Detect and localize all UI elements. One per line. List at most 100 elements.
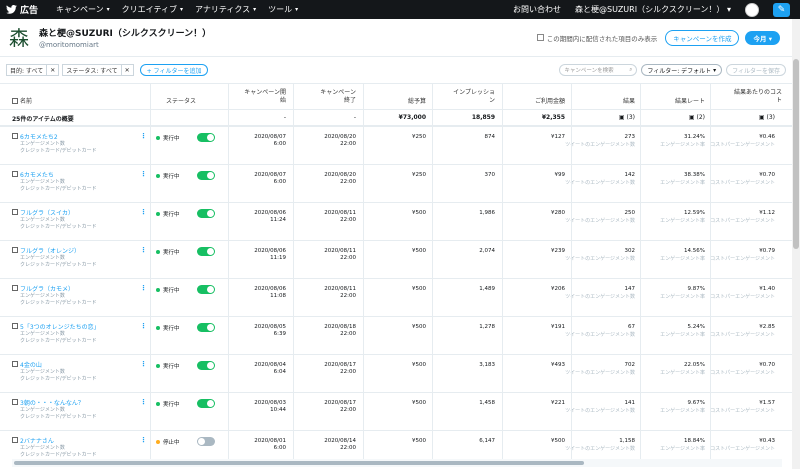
end-date: 2020/08/17 22:00 <box>324 362 356 376</box>
more-options-icon[interactable]: ⋮ <box>140 284 147 292</box>
avatar[interactable] <box>745 2 759 17</box>
col-divider <box>640 83 641 459</box>
status-dot-icon <box>156 250 160 254</box>
cpr-number: ¥1.12 <box>759 210 775 216</box>
checkbox-box <box>536 34 544 41</box>
filter-chip-status[interactable]: ステータス: すべて ✕ <box>62 64 134 76</box>
col-name[interactable]: 名前 <box>20 98 32 106</box>
vertical-scrollbar[interactable] <box>792 19 800 469</box>
more-options-icon[interactable]: ⋮ <box>140 132 147 140</box>
campaign-toggle[interactable] <box>197 323 215 332</box>
campaign-toggle[interactable] <box>197 437 215 446</box>
table-row[interactable]: 5「3つのオレンジたちの恋」 エンゲージメント数 クレジットカード/デビットカード ⋮… <box>0 317 792 355</box>
compose-button[interactable]: ✎ <box>773 2 790 17</box>
date-range-button[interactable]: 今月 ▾ <box>745 30 780 45</box>
scrollbar-thumb[interactable] <box>793 59 799 249</box>
results-value: 250 ツイートのエンゲージメント数 <box>565 210 635 224</box>
end-date-day: 2020/08/17 <box>324 362 356 368</box>
table-row[interactable]: 4金の山 エンゲージメント数 クレジットカード/デビットカード ⋮ 実行中 2020/08… <box>0 355 792 393</box>
menu-campaigns[interactable]: キャンペーン ▾ <box>56 4 110 15</box>
toggle-knob <box>207 134 214 141</box>
campaign-toggle[interactable] <box>197 399 215 408</box>
more-options-icon[interactable]: ⋮ <box>140 208 147 216</box>
menu-analytics[interactable]: アナリティクス ▾ <box>195 4 256 15</box>
add-filter-button[interactable]: + フィルターを追加 <box>139 64 209 76</box>
col-divider <box>571 83 572 459</box>
col-status[interactable]: ステータス <box>166 98 196 106</box>
menu-label: キャンペーン <box>56 5 104 14</box>
scrollbar-thumb[interactable] <box>14 461 584 465</box>
start-date: 2020/08/05 6:39 <box>254 324 286 338</box>
summary-end: - <box>353 114 356 121</box>
more-options-icon[interactable]: ⋮ <box>140 170 147 178</box>
rate-number: 38.38% <box>684 172 705 178</box>
summary-spend: ¥2,355 <box>541 114 565 121</box>
start-date: 2020/08/06 11:24 <box>254 210 286 224</box>
toggle-knob <box>207 248 214 255</box>
col-budget[interactable]: 総予算 <box>408 98 426 106</box>
campaign-toggle[interactable] <box>197 247 215 256</box>
filter-chip-objective[interactable]: 目的: すべて ✕ <box>6 64 60 76</box>
create-campaign-button[interactable]: キャンペーンを作成 <box>665 29 740 46</box>
impressions-value: 2,074 <box>479 248 495 254</box>
col-start[interactable]: キャンペーン開始 <box>241 89 286 105</box>
row-checkbox[interactable] <box>12 285 18 291</box>
toggle-knob <box>207 400 214 407</box>
col-end[interactable]: キャンペーン終了 <box>316 89 356 105</box>
table-row[interactable]: 3朝の・・・なんなん？ エンゲージメント数 クレジットカード/デビットカード ⋮ 実行中… <box>0 393 792 431</box>
more-options-icon[interactable]: ⋮ <box>140 436 147 444</box>
col-spend[interactable]: ご利用金額 <box>535 98 565 106</box>
menu-creatives[interactable]: クリエイティブ ▾ <box>122 4 183 15</box>
campaign-toggle[interactable] <box>197 209 215 218</box>
impressions-value: 1,278 <box>479 324 495 330</box>
close-icon[interactable]: ✕ <box>120 65 133 75</box>
more-options-icon[interactable]: ⋮ <box>140 246 147 254</box>
more-options-icon[interactable]: ⋮ <box>140 322 147 330</box>
campaign-toggle[interactable] <box>197 361 215 370</box>
row-checkbox[interactable] <box>12 361 18 367</box>
row-checkbox[interactable] <box>12 171 18 177</box>
campaign-toggle[interactable] <box>197 133 215 142</box>
table-row[interactable]: 6カモメたち2 エンゲージメント数 クレジットカード/デビットカード ⋮ 実行中 2020… <box>0 127 792 165</box>
rate-value: 38.38% エンゲージメント率 <box>660 172 705 186</box>
end-date: 2020/08/11 22:00 <box>324 248 356 262</box>
status-label: 実行中 <box>163 212 180 218</box>
table-row[interactable]: フルグラ（スイカ） エンゲージメント数 クレジットカード/デビットカード ⋮ 実行中 20… <box>0 203 792 241</box>
period-only-checkbox[interactable]: この期間内に配信された項目のみ表示 <box>536 33 657 43</box>
search-input[interactable]: キャンペーンを検索 ⌕ <box>559 64 638 76</box>
table-row[interactable]: フルグラ（カモメ） エンゲージメント数 クレジットカード/デビットカード ⋮ 実行中 20… <box>0 279 792 317</box>
table-row[interactable]: フルグラ（オレンジ） エンゲージメント数 クレジットカード/デビットカード ⋮ 実行中 2… <box>0 241 792 279</box>
col-cpr[interactable]: 結果あたりのコスト <box>730 89 782 105</box>
rate-number: 14.56% <box>684 248 705 254</box>
more-options-icon[interactable]: ⋮ <box>140 360 147 368</box>
status-badge: 実行中 <box>156 248 180 256</box>
row-checkbox[interactable] <box>12 133 18 139</box>
table-row[interactable]: 2バナナさん エンゲージメント数 クレジットカード/デビットカード ⋮ 停止中 2020/… <box>0 431 792 459</box>
account-menu[interactable]: 森と梗@SUZURI（シルクスクリーン！） ▾ <box>575 4 731 15</box>
row-checkbox[interactable] <box>12 209 18 215</box>
campaign-toggle[interactable] <box>197 171 215 180</box>
select-all-checkbox[interactable] <box>12 98 18 104</box>
col-result-rate[interactable]: 結果レート <box>675 98 705 106</box>
brand[interactable]: 広告 <box>0 3 38 16</box>
menu-label: アナリティクス <box>195 5 251 14</box>
save-filter-button[interactable]: フィルターを保存 <box>726 64 786 76</box>
row-checkbox[interactable] <box>12 437 18 443</box>
close-icon[interactable]: ✕ <box>46 65 58 75</box>
help-link[interactable]: お問い合わせ <box>513 4 561 15</box>
status-dot-icon <box>156 136 160 140</box>
row-checkbox[interactable] <box>12 323 18 329</box>
more-options-icon[interactable]: ⋮ <box>140 398 147 406</box>
row-checkbox[interactable] <box>12 247 18 253</box>
col-results[interactable]: 結果 <box>623 98 635 106</box>
table-row[interactable]: 6カモメたち エンゲージメント数 クレジットカード/デビットカード ⋮ 実行中 2020/… <box>0 165 792 203</box>
toggle-knob <box>207 324 214 331</box>
start-date: 2020/08/03 10:44 <box>254 400 286 414</box>
row-checkbox[interactable] <box>12 399 18 405</box>
filter-select[interactable]: フィルター: デフォルト ▾ <box>641 64 723 76</box>
campaign-toggle[interactable] <box>197 285 215 294</box>
status-label: 実行中 <box>163 326 180 332</box>
menu-tools[interactable]: ツール ▾ <box>268 4 298 15</box>
col-impressions[interactable]: インプレッション <box>453 89 495 105</box>
horizontal-scrollbar[interactable] <box>12 459 782 467</box>
